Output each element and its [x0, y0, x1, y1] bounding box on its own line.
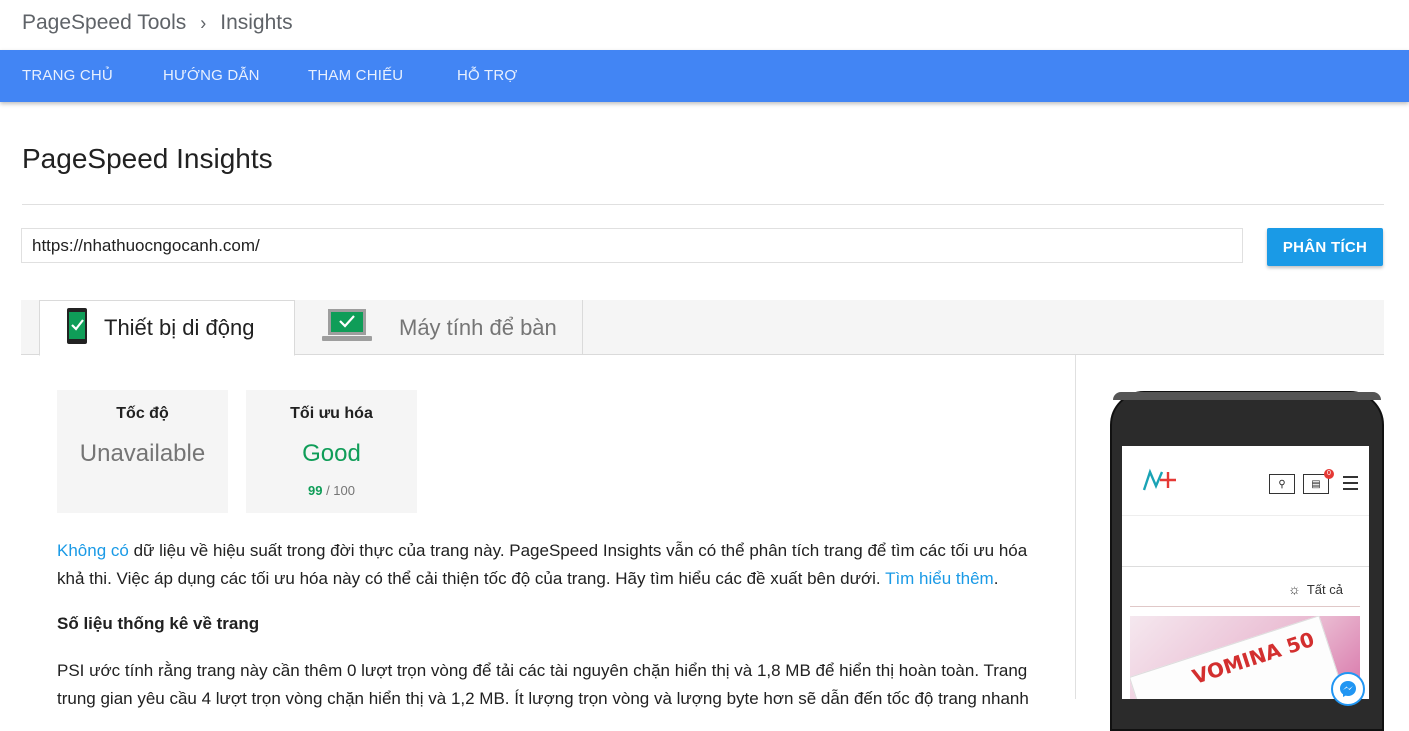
learn-more-link[interactable]: Tìm hiểu thêm: [885, 569, 994, 588]
tab-mobile[interactable]: Thiết bị di động: [39, 300, 295, 356]
optimization-card-value: Good: [302, 440, 361, 467]
chevron-right-icon: ›: [200, 11, 207, 34]
device-tabs: Thiết bị di động Máy tính để bàn: [21, 300, 1384, 356]
speed-card: Tốc độ Unavailable: [57, 390, 228, 513]
optimization-card: Tối ưu hóa Good 99 / 100: [246, 390, 417, 513]
tab-desktop-label: Máy tính để bàn: [399, 314, 557, 340]
breadcrumb-current: Insights: [220, 11, 293, 34]
breadcrumb-root[interactable]: PageSpeed Tools: [22, 11, 186, 35]
divider: [22, 204, 1384, 205]
desktop-check-icon: [321, 307, 373, 348]
tab-mobile-label: Thiết bị di động: [104, 315, 255, 340]
page-stats-paragraph: PSI ước tính rằng trang này cần thêm 0 l…: [57, 661, 1029, 708]
analyze-button[interactable]: PHÂN TÍCH: [1267, 228, 1383, 266]
cart-badge: 0: [1324, 469, 1334, 479]
filter-all: ☼ Tất cả: [1288, 581, 1343, 597]
nav-item-home[interactable]: TRANG CHỦ: [22, 67, 113, 84]
product-image: VOMINA 50: [1130, 616, 1360, 699]
search-icon: ⚲: [1269, 474, 1295, 494]
nav-item-reference[interactable]: THAM CHIẾU: [308, 67, 403, 84]
url-input[interactable]: [21, 228, 1243, 263]
page-title: PageSpeed Insights: [22, 143, 273, 174]
tab-desktop[interactable]: Máy tính để bàn: [295, 300, 583, 355]
no-data-text: dữ liệu về hiệu suất trong đời thực của …: [57, 541, 1028, 588]
breadcrumb: PageSpeed Tools › Insights: [22, 11, 293, 35]
no-data-link[interactable]: Không có: [57, 541, 129, 560]
top-bar: PageSpeed Tools › Insights: [0, 0, 1409, 50]
site-header-preview: ⚲ ▤ 0: [1122, 446, 1369, 516]
speed-card-value: Unavailable: [79, 440, 206, 467]
main-nav: TRANG CHỦ HƯỚNG DẪN THAM CHIẾU HỖ TRỢ: [0, 50, 1409, 102]
optimization-score-value: 99: [307, 483, 323, 498]
optimization-score-max: / 100: [326, 483, 355, 498]
preview-rule: [1130, 606, 1360, 607]
filter-all-label: Tất cả: [1306, 581, 1343, 597]
phone-screen: ⚲ ▤ 0 ☼ Tất cả VOMINA 50: [1122, 446, 1369, 699]
messenger-icon: [1331, 672, 1365, 706]
mobile-check-icon: [66, 307, 88, 350]
sun-icon: ☼: [1288, 581, 1301, 597]
optimization-card-title: Tối ưu hóa: [290, 405, 373, 422]
speed-card-title: Tốc độ: [116, 405, 169, 422]
phone-bezel-highlight: [1113, 392, 1381, 400]
optimization-score: 99 / 100: [246, 483, 417, 498]
column-divider: [1075, 355, 1076, 699]
nav-item-guides[interactable]: HƯỚNG DẪN: [163, 67, 260, 84]
nav-item-support[interactable]: HỖ TRỢ: [457, 67, 517, 84]
hamburger-menu-icon: [1343, 476, 1358, 494]
page-stats-heading: Số liệu thống kê về trang: [57, 614, 260, 633]
no-data-paragraph: Không có dữ liệu về hiệu suất trong đời …: [57, 537, 1057, 593]
paragraph-end: .: [993, 569, 999, 588]
preview-divider: [1122, 566, 1369, 567]
site-logo-icon: [1142, 468, 1178, 499]
